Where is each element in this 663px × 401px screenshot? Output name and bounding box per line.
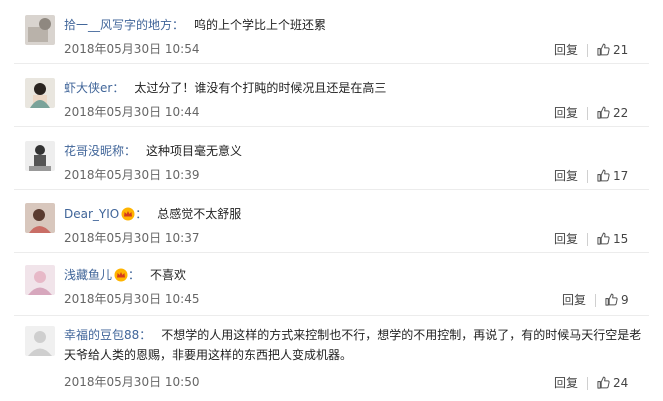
avatar[interactable]: [25, 141, 55, 171]
comment-item: 幸福的豆包88： 不想学的人用这样的方式来控制也不行，想学的不用控制，再说了，有的…: [0, 315, 663, 401]
crown-badge-icon: [121, 207, 135, 221]
timestamp: 2018年05月30日 10:44: [64, 105, 200, 119]
comment-text: 总感觉不太舒服: [157, 207, 242, 221]
like-count: 17: [613, 169, 629, 183]
comment-item: 浅藏鱼儿：不喜欢 2018年05月30日 10:45 回复 9: [0, 252, 663, 314]
like-count: 21: [613, 43, 629, 57]
thumbs-up-icon: [597, 376, 610, 389]
like-button[interactable]: 15: [597, 232, 628, 246]
avatar[interactable]: [25, 326, 55, 356]
comment-text: 不想学的人用这样的方式来控制也不行，想学的不用控制，再说了，有的时候马天行空是老: [161, 328, 642, 342]
divider: [587, 170, 588, 183]
like-count: 9: [621, 293, 629, 307]
comment-item: 虾大侠er： 太过分了！谁没有个打盹的时候况且还是在高三 2018年05月30日 …: [0, 63, 663, 125]
username[interactable]: 拾一__风写字的地方: [64, 18, 172, 32]
like-count: 15: [613, 232, 629, 246]
timestamp: 2018年05月30日 10:37: [64, 231, 200, 245]
like-button[interactable]: 21: [597, 43, 628, 57]
avatar[interactable]: [25, 203, 55, 233]
divider: [587, 44, 588, 57]
timestamp: 2018年05月30日 10:45: [64, 292, 200, 306]
thumbs-up-icon: [597, 106, 610, 119]
like-button[interactable]: 24: [597, 376, 628, 390]
username[interactable]: 幸福的豆包88: [64, 328, 139, 342]
timestamp: 2018年05月30日 10:50: [64, 375, 200, 389]
divider: [587, 377, 588, 390]
avatar[interactable]: [25, 265, 55, 295]
comment-item: 拾一__风写字的地方： 呜的上个学比上个班还累 2018年05月30日 10:54…: [0, 0, 663, 62]
comment-item: Dear_YIO：总感觉不太舒服 2018年05月30日 10:37 回复 15: [0, 189, 663, 251]
comment-list: 拾一__风写字的地方： 呜的上个学比上个班还累 2018年05月30日 10:54…: [0, 0, 663, 401]
like-count: 22: [613, 106, 629, 120]
crown-badge-icon: [114, 268, 128, 282]
comment-item: 花哥没昵称： 这种项目毫无意义 2018年05月30日 10:39 回复 17: [0, 126, 663, 188]
thumbs-up-icon: [605, 293, 618, 306]
comment-text: 太过分了！谁没有个打盹的时候况且还是在高三: [134, 81, 387, 95]
divider: [587, 107, 588, 120]
comment-text: 天爷给人类的恩赐，非要用这样的东西把人变成机器。: [64, 348, 353, 362]
like-button[interactable]: 17: [597, 169, 628, 183]
reply-button[interactable]: 回复: [554, 232, 578, 246]
like-button[interactable]: 9: [605, 293, 629, 307]
comment-text: 不喜欢: [150, 268, 187, 282]
avatar[interactable]: [25, 78, 55, 108]
comment-text: 呜的上个学比上个班还累: [194, 18, 327, 32]
timestamp: 2018年05月30日 10:39: [64, 168, 200, 182]
divider: [587, 233, 588, 246]
reply-button[interactable]: 回复: [554, 169, 578, 183]
divider: [595, 294, 596, 307]
reply-button[interactable]: 回复: [562, 293, 586, 307]
like-count: 24: [613, 376, 629, 390]
reply-button[interactable]: 回复: [554, 376, 578, 390]
username[interactable]: 虾大侠er: [64, 81, 112, 95]
reply-button[interactable]: 回复: [554, 43, 578, 57]
reply-button[interactable]: 回复: [554, 106, 578, 120]
comment-text: 这种项目毫无意义: [146, 144, 243, 158]
username[interactable]: Dear_YIO: [64, 207, 119, 221]
thumbs-up-icon: [597, 43, 610, 56]
thumbs-up-icon: [597, 232, 610, 245]
username[interactable]: 花哥没昵称: [64, 144, 124, 158]
username[interactable]: 浅藏鱼儿: [64, 268, 112, 282]
thumbs-up-icon: [597, 169, 610, 182]
like-button[interactable]: 22: [597, 106, 628, 120]
avatar[interactable]: [25, 15, 55, 45]
timestamp: 2018年05月30日 10:54: [64, 42, 200, 56]
